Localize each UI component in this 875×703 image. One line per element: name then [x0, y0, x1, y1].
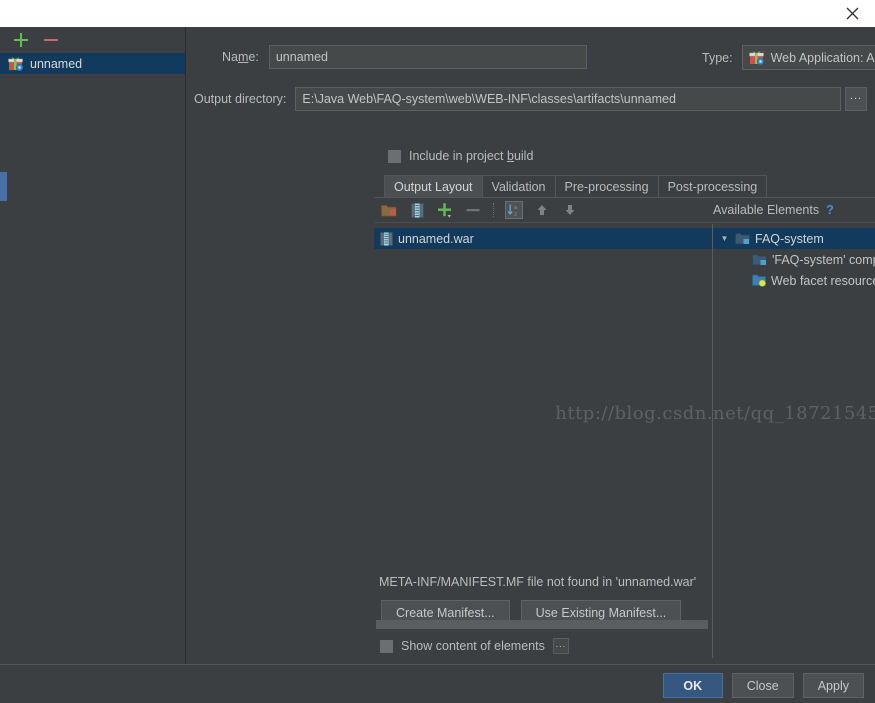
type-value: Web Application: Archive — [770, 50, 875, 65]
module-folder-icon — [735, 232, 750, 245]
sidebar-item-label: unnamed — [30, 56, 83, 71]
artifacts-sidebar: unnamed — [0, 27, 186, 664]
module-folder-icon — [752, 253, 767, 266]
table-row[interactable]: unnamed.war — [374, 228, 712, 249]
horizontal-scrollbar[interactable] — [376, 620, 711, 629]
close-icon[interactable] — [829, 0, 875, 27]
tree-item-label: FAQ-system — [755, 231, 824, 246]
artifact-content-tree: unnamed.war http://blog.csdn.net/qq_1872… — [374, 228, 875, 657]
ok-button[interactable]: OK — [662, 673, 723, 698]
artifacts-list: unnamed — [0, 53, 185, 664]
show-content-of-elements-checkbox[interactable]: Show content of elements ... — [380, 638, 569, 654]
move-down-icon[interactable] — [561, 201, 579, 219]
dialog-actions: OK Close Apply — [662, 673, 864, 698]
artifact-gift-icon — [8, 56, 24, 72]
show-content-of-elements-label: Show content of elements — [401, 639, 545, 653]
tab-post-processing[interactable]: Post-processing — [657, 175, 768, 198]
close-button[interactable]: Close — [731, 673, 794, 698]
add-directory-icon[interactable] — [380, 201, 398, 219]
type-combobox[interactable]: Web Application: Archive ▼ — [741, 45, 875, 70]
toolbar-separator — [493, 203, 494, 217]
available-elements-header: Available Elements ? — [712, 198, 875, 223]
type-row: Type: Web Application: A — [702, 45, 875, 70]
tree-item-label: Web facet resources — [771, 273, 875, 288]
jar-icon — [380, 231, 393, 246]
table-row[interactable]: Web facet resources — [713, 270, 875, 291]
tab-pre-processing[interactable]: Pre-processing — [554, 175, 659, 198]
include-in-project-build-checkbox[interactable]: Include in project build — [388, 149, 533, 163]
artifact-editor-panel: Name: Type: — [186, 27, 875, 664]
sort-alphabetically-icon[interactable]: a z — [505, 201, 523, 219]
tab-validation[interactable]: Validation — [481, 175, 556, 198]
output-directory-label: Output directory: — [194, 92, 287, 106]
output-layout-panel: a z Available Elements ? unnamed.war htt… — [374, 197, 875, 658]
svg-text:z: z — [514, 211, 517, 217]
sidebar-item-unnamed[interactable]: unnamed — [0, 53, 185, 74]
tree-item-label: 'FAQ-system' compile output — [772, 252, 875, 267]
checkbox-box — [388, 149, 401, 163]
tree-item-label: unnamed.war — [398, 231, 474, 246]
chevron-down-icon[interactable]: ▼ — [719, 233, 730, 244]
web-resources-icon — [752, 274, 767, 287]
dialog-footer: OK Close Apply — [0, 664, 875, 703]
horizontal-scrollbar-thumb[interactable] — [376, 620, 708, 629]
sidebar-scrollbar-thumb[interactable] — [0, 172, 7, 201]
remove-element-icon[interactable] — [464, 201, 482, 219]
manifest-not-found-message: META-INF/MANIFEST.MF file not found in '… — [379, 575, 697, 589]
checkbox-box — [380, 639, 393, 653]
title-bar — [0, 0, 875, 27]
tab-output-layout[interactable]: Output Layout — [384, 175, 483, 198]
table-row[interactable]: ▼ FAQ-system — [713, 228, 875, 249]
help-icon[interactable]: ? — [826, 203, 834, 217]
editor-tabs: Output Layout Validation Pre-processing … — [384, 175, 768, 198]
table-row[interactable]: 'FAQ-system' compile output — [713, 249, 875, 270]
add-artifact-icon[interactable] — [13, 32, 29, 48]
available-elements-tree: ▼ FAQ-system 'FAQ-system' com Web facet … — [713, 228, 875, 657]
output-directory-row: Output directory: ... — [186, 87, 875, 111]
add-copy-of-icon[interactable] — [436, 201, 454, 219]
add-archive-icon[interactable] — [408, 201, 426, 219]
type-label: Type: — [702, 50, 733, 65]
output-directory-input[interactable] — [295, 87, 841, 111]
remove-artifact-icon[interactable] — [43, 32, 59, 48]
svg-text:a: a — [514, 205, 518, 211]
apply-button[interactable]: Apply — [802, 673, 864, 698]
type-combobox-face: Web Application: Archive — [743, 50, 875, 65]
output-layout-toolbar: a z — [374, 198, 712, 223]
move-up-icon[interactable] — [533, 201, 551, 219]
name-input[interactable] — [268, 45, 587, 69]
sidebar-toolbar — [0, 27, 186, 53]
name-label: Name: — [222, 50, 259, 64]
artifact-gift-icon — [748, 50, 765, 65]
include-in-project-build-label: Include in project build — [409, 149, 534, 163]
available-elements-title: Available Elements — [713, 203, 820, 217]
browse-output-directory-button[interactable]: ... — [845, 87, 867, 111]
show-content-options-button[interactable]: ... — [552, 638, 569, 654]
artifacts-settings-dialog: unnamed Name: Type: — [0, 0, 875, 703]
name-row: Name: — [222, 45, 587, 69]
